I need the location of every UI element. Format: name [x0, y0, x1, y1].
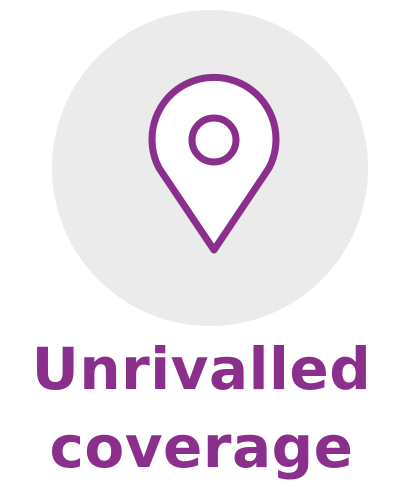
caption-line-2: coverage [49, 413, 354, 481]
coverage-feature-card: Unrivalled coverage [0, 0, 403, 492]
caption-line-1: Unrivalled [31, 335, 372, 403]
feature-caption: Unrivalled coverage [0, 330, 403, 486]
pin-center-dot [188, 114, 240, 166]
location-pin-icon [148, 73, 280, 254]
